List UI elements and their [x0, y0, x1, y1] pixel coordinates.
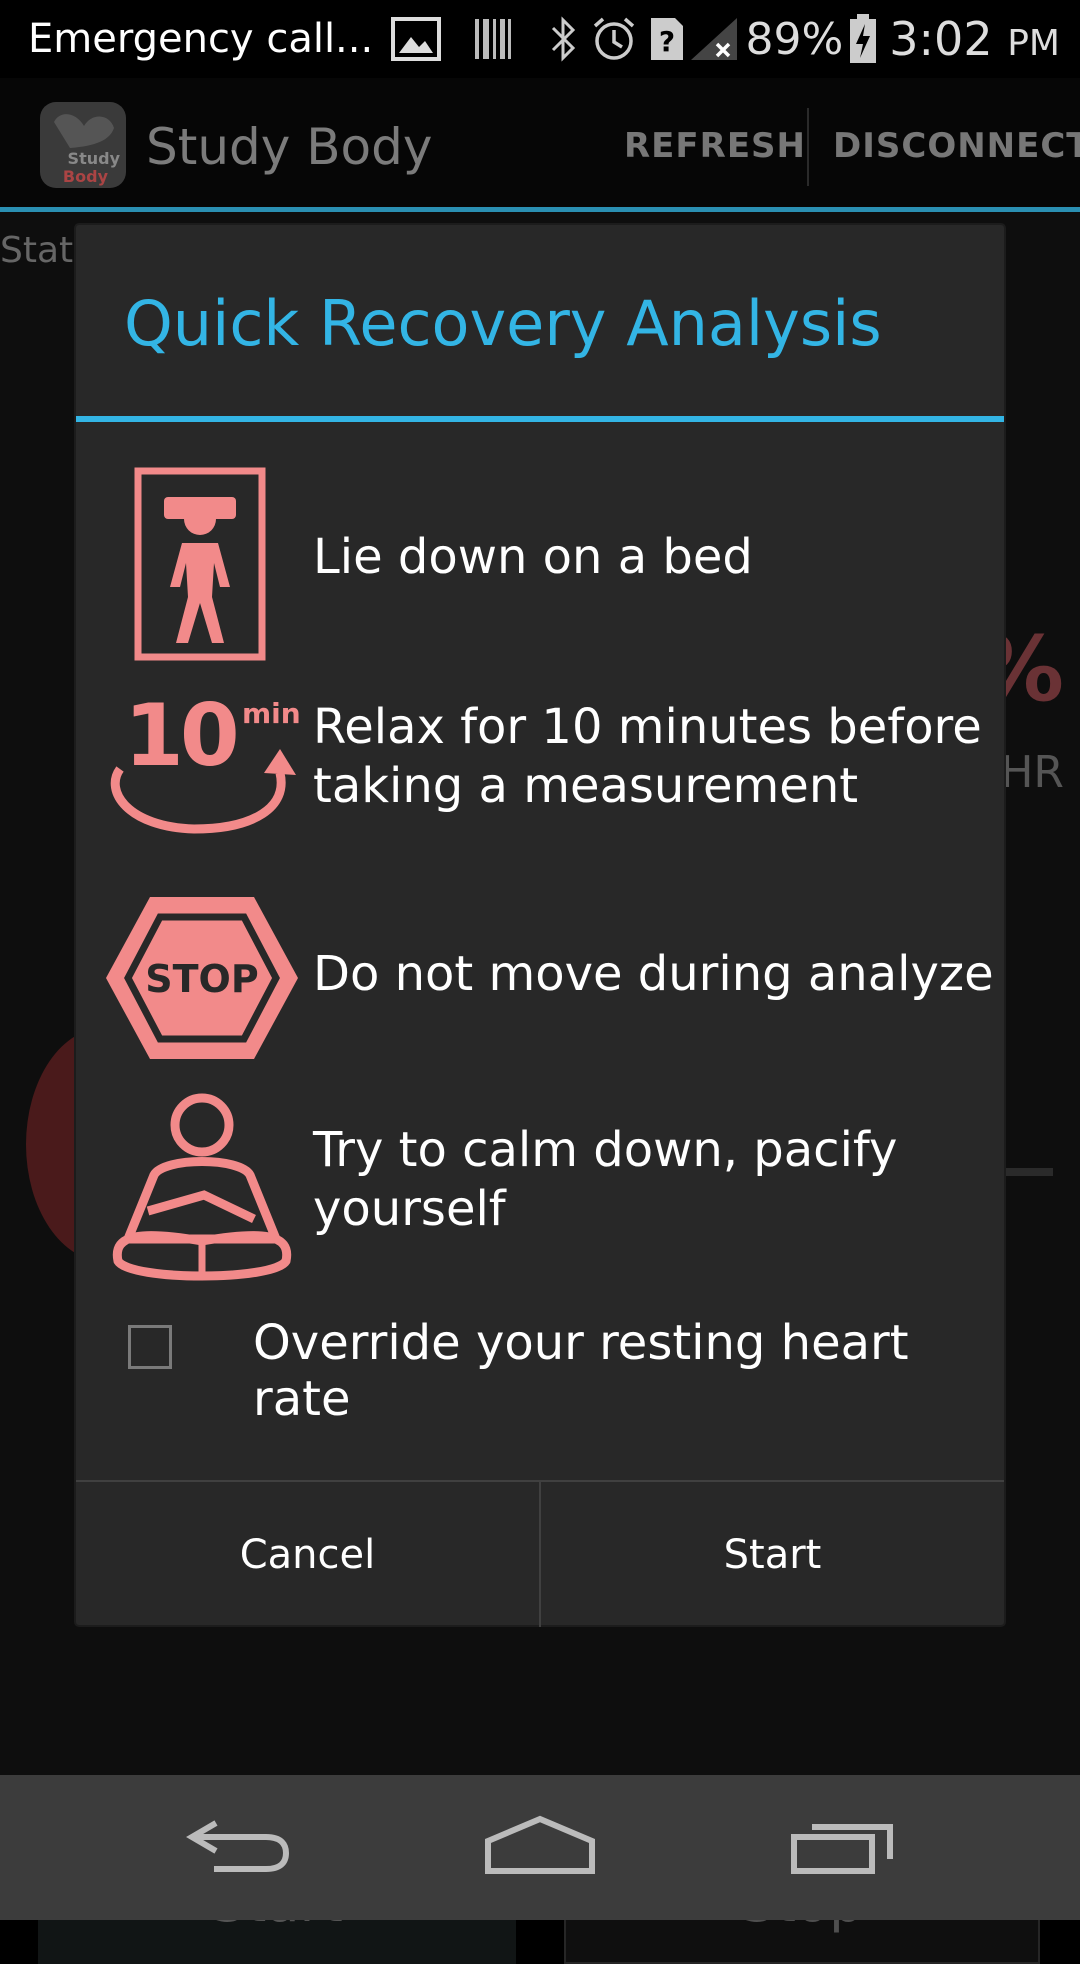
image-icon	[391, 17, 442, 61]
override-label: Override your resting heart rate	[253, 1315, 909, 1427]
cancel-button[interactable]: Cancel	[76, 1482, 539, 1627]
start-button[interactable]: Start	[541, 1482, 1004, 1627]
recent-apps-icon[interactable]	[790, 1815, 896, 1875]
meditation-icon	[112, 1093, 292, 1281]
clock-ampm: PM	[1007, 23, 1060, 64]
clock-time: 3:02	[889, 12, 993, 66]
dialog-button-bar: Cancel Start	[76, 1480, 1004, 1627]
step-text: Try to calm down, pacify yourself	[313, 1122, 898, 1237]
step-relax: 10 min Relax for 10 minutes before takin…	[76, 695, 1004, 875]
app-title: Study Body	[146, 118, 433, 176]
back-icon[interactable]	[186, 1815, 292, 1875]
ten-minutes-timer-icon: 10 min	[110, 695, 300, 834]
app-logo[interactable]: Study Body	[40, 102, 126, 188]
logo-text-body: Body	[62, 167, 108, 186]
timer-unit: min	[242, 697, 300, 730]
bluetooth-icon	[552, 16, 576, 62]
dialog-title: Quick Recovery Analysis	[124, 287, 882, 360]
refresh-button[interactable]: REFRESH	[624, 126, 806, 166]
clock: 3:02 PM	[889, 12, 1060, 66]
status-bar: Emergency call... ? 89% 3:02 PM	[0, 0, 1080, 78]
navigation-bar	[0, 1775, 1080, 1920]
notification-text: Emergency call...	[28, 16, 374, 62]
stop-sign-text: STOP	[145, 957, 258, 1001]
battery-charging-icon	[850, 14, 877, 63]
step-text: Relax for 10 minutes before taking a mea…	[313, 699, 982, 814]
step-lie-down: Lie down on a bed	[76, 467, 1004, 667]
action-divider	[807, 108, 809, 186]
divider-line	[1005, 1168, 1053, 1176]
action-bar: Study Body Study Body REFRESH DISCONNECT	[0, 78, 1080, 212]
hr-label: HR	[1000, 747, 1064, 798]
timer-number: 10	[124, 695, 236, 786]
no-signal-icon	[691, 18, 738, 60]
step-calm: Try to calm down, pacify yourself	[76, 1091, 1004, 1285]
disconnect-button[interactable]: DISCONNECT	[833, 126, 1080, 166]
step-text: Lie down on a bed	[313, 529, 753, 585]
unknown-sim-icon: ?	[651, 18, 684, 60]
svg-text:?: ?	[659, 25, 675, 58]
override-checkbox[interactable]	[128, 1325, 172, 1369]
barcode-icon	[475, 19, 512, 59]
battery-percent: 89%	[745, 13, 844, 65]
step-stop: STOP Do not move during analyze	[76, 893, 1004, 1063]
logo-text-study: Study	[67, 149, 120, 168]
stop-sign-icon: STOP	[106, 897, 298, 1059]
alarm-icon	[594, 17, 635, 60]
quick-recovery-dialog: Quick Recovery Analysis Lie down on a be…	[76, 225, 1004, 1627]
bed-icon	[134, 467, 266, 661]
step-text: Do not move during analyze	[313, 946, 994, 1002]
title-divider	[76, 416, 1004, 422]
override-heart-rate-option[interactable]: Override your resting heart rate	[128, 1315, 988, 1427]
home-icon[interactable]	[484, 1815, 596, 1875]
